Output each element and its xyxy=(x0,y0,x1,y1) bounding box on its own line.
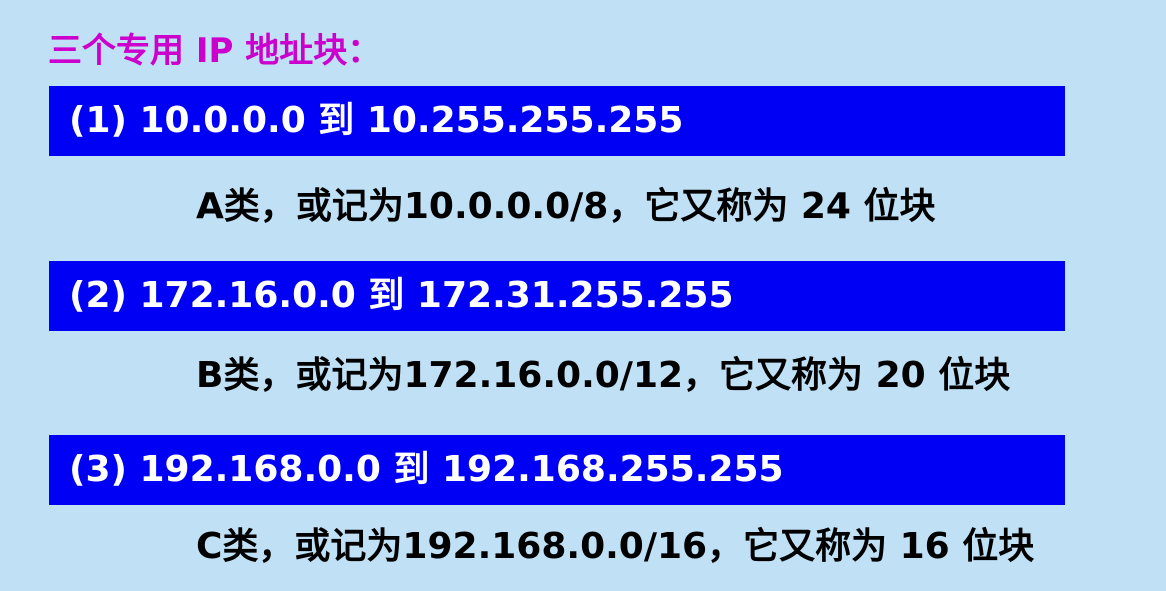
address-range-3: (3) 192.168.0.0 到 192.168.255.255 xyxy=(49,435,1065,505)
address-description-2: B类，或记为172.16.0.0/12，它又称为 20 位块 xyxy=(196,355,1011,396)
address-range-2: (2) 172.16.0.0 到 172.31.255.255 xyxy=(49,261,1065,331)
page-title: 三个专用 IP 地址块： xyxy=(48,31,382,71)
address-description-3: C类，或记为192.168.0.0/16，它又称为 16 位块 xyxy=(196,526,1035,567)
address-range-1: (1) 10.0.0.0 到 10.255.255.255 xyxy=(49,86,1065,156)
address-description-1: A类，或记为10.0.0.0/8，它又称为 24 位块 xyxy=(196,186,936,227)
